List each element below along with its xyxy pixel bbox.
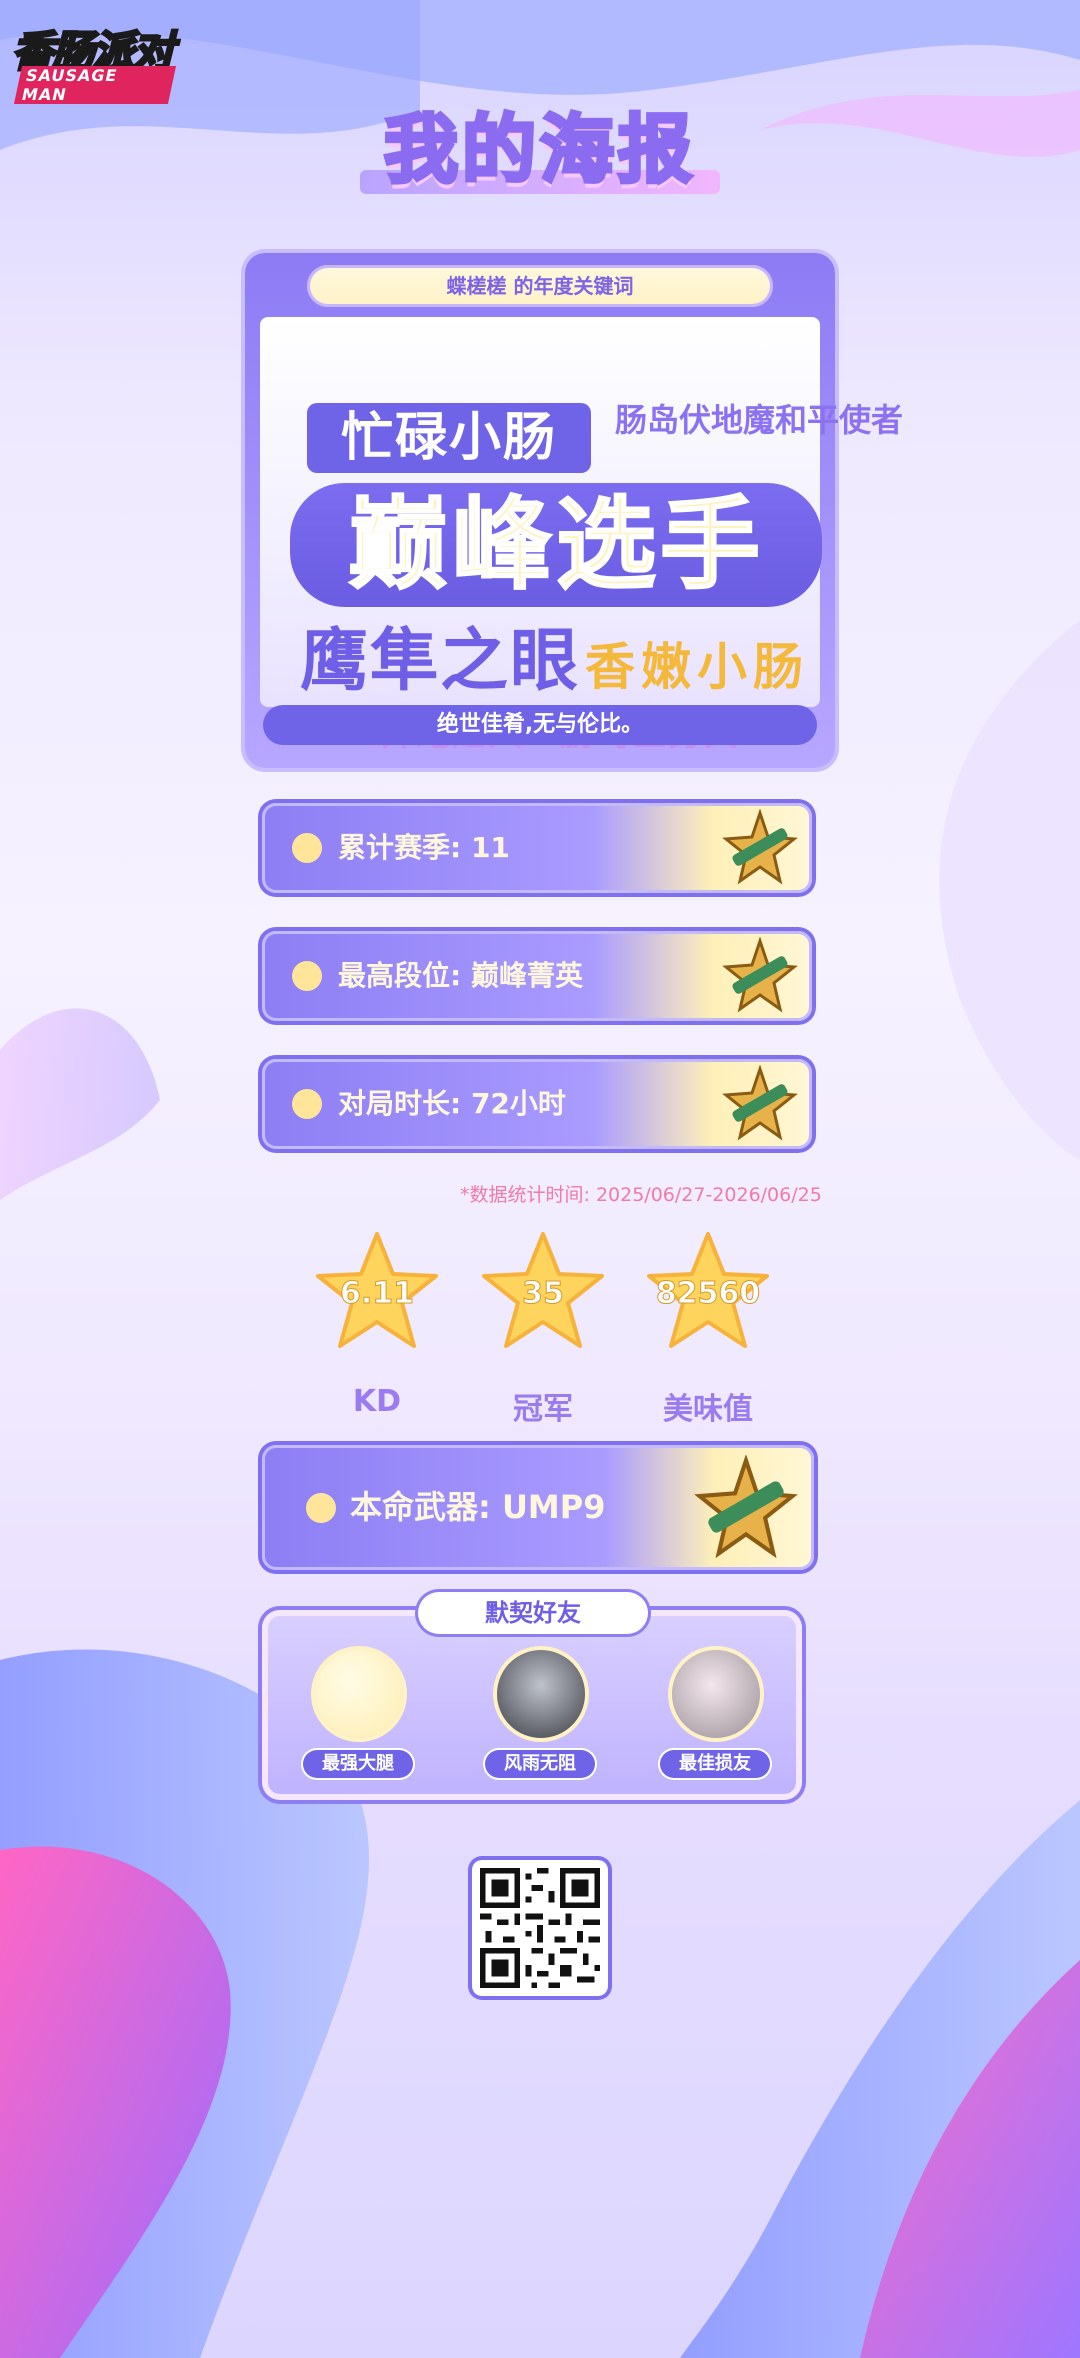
stat-label: 对局时长: 72小时: [338, 1087, 566, 1120]
stat-label: 最高段位: 巅峰菁英: [338, 959, 583, 992]
friend-tag: 风雨无阻: [485, 1750, 595, 1778]
keyword: 肠岛伏地魔和平使者: [615, 401, 904, 439]
keywords-footer: 绝世佳肴,无与伦比。: [263, 705, 817, 745]
weapon-badge-icon: [722, 936, 798, 1013]
bullet-dot: [292, 1089, 322, 1119]
logo-subtitle: SAUSAGE MAN: [13, 66, 177, 104]
friend-item[interactable]: 风雨无阻: [485, 1650, 595, 1790]
star-stat-label: 冠军: [513, 1392, 573, 1427]
star-stat-kd: 6.11 KD: [312, 1228, 442, 1428]
page-title: 我的海报: [340, 100, 740, 200]
keyword: 忙碌小肠: [307, 403, 591, 473]
weapon-badge-icon: [722, 1064, 798, 1141]
keyword: 香嫩小肠: [585, 638, 809, 696]
weapon-badge-icon: [722, 808, 798, 885]
bullet-dot: [292, 833, 322, 863]
star-stat-flavor: 82560 美味值: [643, 1228, 773, 1428]
bullet-dot: [306, 1493, 336, 1523]
weapon-badge-icon: [694, 1453, 798, 1559]
star-stat-champion: 35 冠军: [478, 1228, 608, 1428]
bullet-dot: [292, 961, 322, 991]
avatar: [315, 1650, 403, 1738]
page-title-text: 我的海报: [382, 105, 696, 195]
stat-label: 累计赛季: 11: [338, 831, 510, 864]
stat-seasons: 累计赛季: 11: [262, 803, 812, 893]
keyword: 鹰隼之眼: [300, 622, 581, 701]
keyword-highlight: 巅峰选手: [290, 483, 822, 607]
keywords-panel: 忙碌小肠 肠岛伏地魔和平使者 巅峰选手 鹰隼之眼 香嫩小肠 奔跑达人 肠岛医务兵: [260, 317, 904, 754]
avatar: [497, 1650, 585, 1738]
qr-code[interactable]: [472, 1860, 608, 1996]
friend-tag: 最强大腿: [303, 1750, 413, 1778]
data-period-note: *数据统计时间: 2025/06/27-2026/06/25: [460, 1184, 822, 1206]
keywords-header: 蝶槎槎 的年度关键词: [307, 265, 773, 307]
friend-item[interactable]: 最佳损友: [660, 1650, 770, 1790]
star-stat-label: KD: [352, 1384, 402, 1419]
avatar: [672, 1650, 760, 1738]
friend-tag: 最佳损友: [660, 1750, 770, 1778]
star-stat-value: 35: [522, 1276, 565, 1312]
sausage-man-logo: 香肠派对 SAUSAGE MAN: [11, 18, 177, 104]
stat-play-time: 对局时长: 72小时: [262, 1059, 812, 1149]
qr-code-icon: [480, 1868, 600, 1988]
star-stat-label: 美味值: [663, 1392, 753, 1427]
friends-title: 默契好友: [418, 1592, 648, 1634]
weapon-label: 本命武器: UMP9: [350, 1488, 606, 1526]
star-stat-value: 6.11: [339, 1276, 415, 1312]
friend-item[interactable]: 最强大腿: [303, 1650, 413, 1790]
favorite-weapon: 本命武器: UMP9: [262, 1445, 814, 1570]
keywords-card: 蝶槎槎 的年度关键词 忙碌小肠 肠岛伏地魔和平使者 巅峰选手 鹰隼之眼 香嫩小肠…: [245, 253, 904, 768]
stat-highest-rank: 最高段位: 巅峰菁英: [262, 931, 812, 1021]
star-stat-value: 82560: [655, 1276, 761, 1312]
